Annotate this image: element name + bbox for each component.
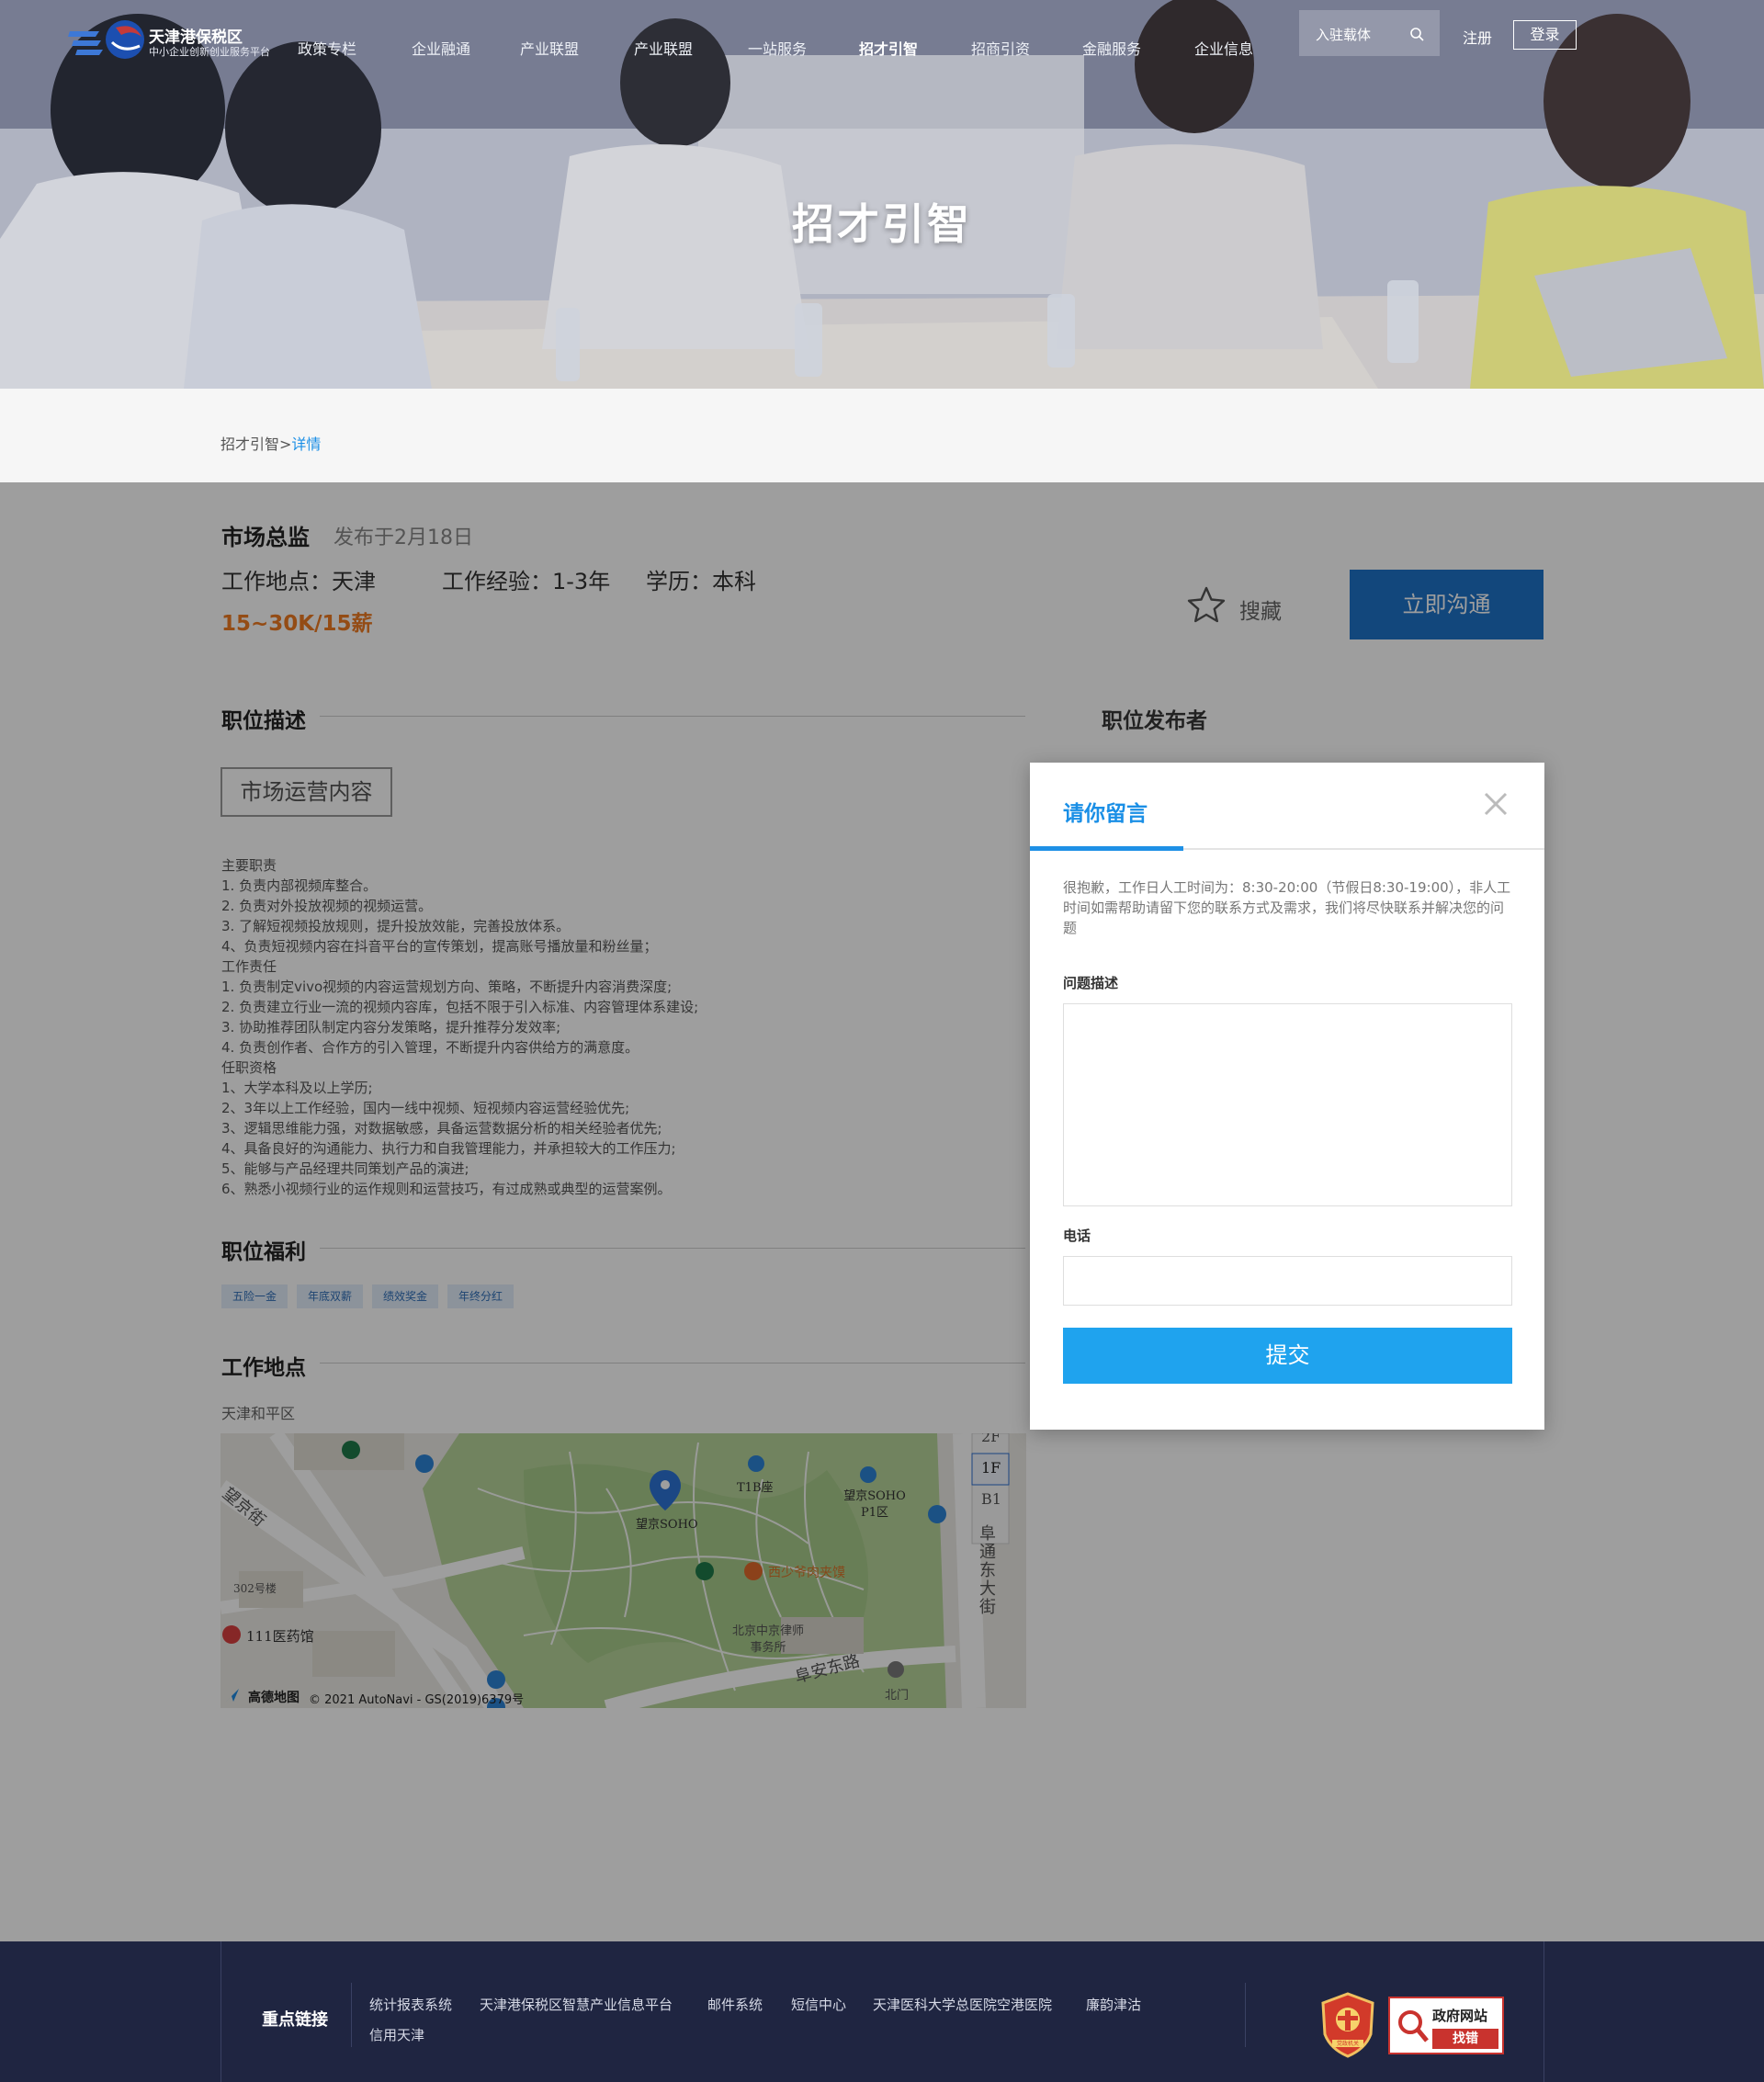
search-input[interactable]: 入驻载体 xyxy=(1299,10,1440,56)
top-navigation-bar: 天津港保税区 中小企业创新创业服务平台 政策专栏 企业融通 产业联盟 产业联盟 … xyxy=(0,0,1764,92)
footer-divider xyxy=(1245,1983,1246,2047)
footer-divider xyxy=(351,1983,352,2047)
footer-link[interactable]: 信用天津 xyxy=(369,2025,424,2044)
key-links-label: 重点链接 xyxy=(262,2010,328,2030)
nav-item-industry-alliance[interactable]: 产业联盟 xyxy=(520,37,579,59)
search-icon[interactable] xyxy=(1409,27,1424,41)
dialog-tab-indicator xyxy=(1030,846,1183,851)
submit-button[interactable]: 提交 xyxy=(1063,1328,1512,1384)
footer-link[interactable]: 短信中心 xyxy=(791,1995,846,2014)
nav-item-talent[interactable]: 招才引智 xyxy=(859,37,918,59)
question-textarea[interactable] xyxy=(1063,1003,1512,1206)
question-label: 问题描述 xyxy=(1063,975,1119,991)
footer-divider xyxy=(220,1941,221,2082)
search-label: 入驻载体 xyxy=(1316,27,1372,43)
message-dialog: 请你留言 很抱歉，工作日人工时间为：8:30-20:00（节假日8:30-19:… xyxy=(1030,763,1544,1430)
section-title-publisher: 职位发布者 xyxy=(1102,709,1207,733)
nav-item-enterprise-integration[interactable]: 企业融通 xyxy=(412,37,470,59)
nav-item-enterprise-info[interactable]: 企业信息 xyxy=(1194,37,1253,59)
nav-item-investment[interactable]: 招商引资 xyxy=(971,37,1030,59)
gov-site-error-badge[interactable]: 政府网站 找错 xyxy=(1388,1997,1504,2054)
footer-link[interactable]: 统计报表系统 xyxy=(369,1995,452,2014)
magnifier-icon xyxy=(1398,2010,1429,2042)
register-link[interactable]: 注册 xyxy=(1463,26,1492,48)
nav-item-policy[interactable]: 政策专栏 xyxy=(298,37,356,59)
close-icon[interactable] xyxy=(1482,790,1510,818)
breadcrumb-current: 详情 xyxy=(291,436,322,453)
nav-item-industry-alliance-2[interactable]: 产业联盟 xyxy=(634,37,693,59)
party-badge-text: 党政机关 xyxy=(1337,2040,1359,2047)
nav-item-one-stop-service[interactable]: 一站服务 xyxy=(748,37,807,59)
nav-item-finance[interactable]: 金融服务 xyxy=(1082,37,1141,59)
footer-link[interactable]: 邮件系统 xyxy=(707,1995,763,2014)
footer: 重点链接 统计报表系统 天津港保税区智慧产业信息平台 邮件系统 短信中心 天津医… xyxy=(0,1941,1764,2082)
party-organ-badge-icon[interactable]: 党政机关 xyxy=(1319,1992,1376,2058)
dialog-notice: 很抱歉，工作日人工时间为：8:30-20:00（节假日8:30-19:00），非… xyxy=(1063,879,1511,936)
breadcrumb-separator: > xyxy=(279,436,292,453)
phone-input[interactable] xyxy=(1063,1256,1512,1306)
gov-badge-line1: 政府网站 xyxy=(1432,2008,1488,2024)
site-logo[interactable]: 天津港保税区 中小企业创新创业服务平台 xyxy=(68,18,288,62)
gov-badge-line2: 找错 xyxy=(1432,2029,1498,2049)
footer-link[interactable]: 天津港保税区智慧产业信息平台 xyxy=(480,1995,673,2014)
breadcrumb: 招才引智>详情 xyxy=(0,389,1764,482)
breadcrumb-parent[interactable]: 招才引智 xyxy=(220,436,279,453)
logo-mark-icon xyxy=(68,20,144,59)
footer-link[interactable]: 廉韵津沽 xyxy=(1086,1995,1141,2014)
login-button[interactable]: 登录 xyxy=(1513,20,1577,50)
page-title: 招才引智 xyxy=(792,199,972,249)
footer-link[interactable]: 天津医科大学总医院空港医院 xyxy=(873,1995,1052,2014)
phone-label: 电话 xyxy=(1063,1228,1091,1244)
dialog-title[interactable]: 请你留言 xyxy=(1063,796,1148,827)
hero-banner: 天津港保税区 中小企业创新创业服务平台 政策专栏 企业融通 产业联盟 产业联盟 … xyxy=(0,0,1764,389)
logo-subtitle: 中小企业创新创业服务平台 xyxy=(149,46,270,58)
